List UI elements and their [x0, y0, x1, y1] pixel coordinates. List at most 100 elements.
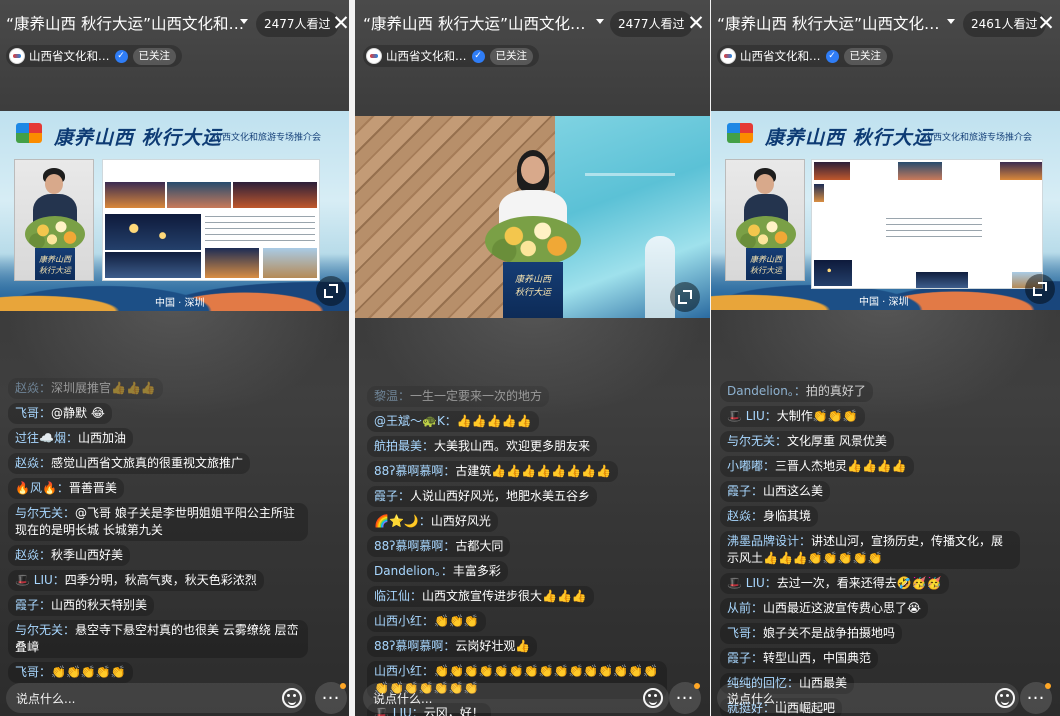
comment-author[interactable]: 与尔无关：	[727, 434, 787, 448]
comment-author[interactable]: 霞子：	[727, 651, 763, 665]
comment-item[interactable]: 霞子：转型山西，中国典范	[720, 648, 879, 669]
comment-item[interactable]: 赵焱：身临其境	[720, 506, 819, 527]
avatar[interactable]	[366, 48, 382, 64]
comment-item[interactable]: 飞哥：👏👏👏👏👏	[8, 662, 133, 683]
comment-input[interactable]: 说点什么...	[363, 683, 669, 713]
follow-button[interactable]: 已关注	[489, 47, 533, 65]
comment-author[interactable]: 沸墨品牌设计：	[727, 534, 811, 548]
account-name[interactable]: 山西省文化和…	[740, 48, 821, 64]
stream-title[interactable]: “康养山西 秋行大运”山西文化和…	[363, 12, 593, 34]
comment-item[interactable]: 过往☁️烟：山西加油	[8, 428, 133, 449]
comment-author[interactable]: 从前：	[727, 601, 763, 615]
video-player[interactable]: 康养山西 秋行大运	[355, 116, 710, 318]
comment-author[interactable]: 🌈⭐🌙：	[374, 514, 431, 528]
comment-author[interactable]: @王斌～🐢K：	[374, 414, 457, 428]
close-icon[interactable]: ✕	[685, 11, 707, 35]
comment-item[interactable]: 🔥风🔥：晋善晋美	[8, 478, 124, 499]
account-name[interactable]: 山西省文化和…	[29, 48, 110, 64]
comment-author[interactable]: 🎩 LIU：	[727, 409, 777, 423]
comment-author[interactable]: 88ʔ慕啊慕啊：	[374, 464, 455, 478]
comment-item[interactable]: 赵焱：感觉山西省文旅真的很重视文旅推广	[8, 453, 251, 474]
comment-author[interactable]: 与尔无关：	[15, 506, 75, 520]
video-player[interactable]: 康养山西 秋行大运 山西文化和旅游专场推介会 康养山西 秋行大运 中国 · 深圳	[0, 111, 349, 311]
comment-item[interactable]: 88ʔ慕啊慕啊：古都大同	[367, 536, 511, 557]
comment-author[interactable]: 黎温：	[374, 389, 410, 403]
avatar[interactable]	[9, 48, 25, 64]
comment-feed[interactable]: 黎温：一生一定要来一次的地方 @王斌～🐢K：👍👍👍👍👍 航拍最美：大美我山西。欢迎更…	[367, 386, 667, 716]
follow-button[interactable]: 已关注	[132, 47, 176, 65]
comment-author[interactable]: 山西小红：	[374, 614, 434, 628]
comment-item[interactable]: Dandelion。：丰富多彩	[367, 561, 508, 582]
account-name[interactable]: 山西省文化和…	[386, 48, 467, 64]
comment-item[interactable]: 山西小红：👏👏👏	[367, 611, 486, 632]
comment-item[interactable]: 与尔无关：文化厚重 风景优美	[720, 431, 894, 452]
close-icon[interactable]: ✕	[1035, 11, 1057, 35]
comment-author[interactable]: 88ʔ慕啊慕啊：	[374, 539, 455, 553]
comment-author[interactable]: Dandelion。：	[727, 384, 806, 398]
close-icon[interactable]: ✕	[330, 11, 349, 35]
comment-item[interactable]: Dandelion。：拍的真好了	[720, 381, 873, 402]
comment-author[interactable]: 山西小红：	[374, 664, 434, 678]
title-dropdown-icon[interactable]	[240, 19, 248, 24]
comment-feed[interactable]: Dandelion。：拍的真好了 🎩 LIU：大制作👏👏👏 与尔无关：文化厚重 风景…	[720, 381, 1020, 716]
comment-author[interactable]: 航拍最美：	[374, 439, 434, 453]
comment-item[interactable]: 🎩 LIU：四季分明，秋高气爽，秋天色彩浓烈	[8, 570, 264, 591]
comment-author[interactable]: 赵焱：	[15, 381, 51, 395]
comment-item[interactable]: 航拍最美：大美我山西。欢迎更多朋友来	[367, 436, 598, 457]
emoji-icon[interactable]	[995, 688, 1015, 708]
stream-title[interactable]: “康养山西 秋行大运”山西文化和…	[717, 12, 945, 34]
comment-input[interactable]: 说点什么...	[6, 683, 306, 713]
comment-author[interactable]: 霞子：	[15, 598, 51, 612]
comment-item[interactable]: 与尔无关：@飞哥 娘子关是李世明姐姐平阳公主所驻 现在的是明长城 长城第九关	[8, 503, 308, 541]
comment-item[interactable]: @王斌～🐢K：👍👍👍👍👍	[367, 411, 539, 432]
comment-item[interactable]: 沸墨品牌设计：讲述山河，宣扬历史，传播文化，展示风土👍👍👍👏👏👏👏👏	[720, 531, 1020, 569]
fullscreen-icon[interactable]	[670, 282, 700, 312]
more-options-button[interactable]: …	[1020, 682, 1052, 714]
comment-input[interactable]: 说点什么...	[717, 683, 1019, 713]
avatar[interactable]	[720, 48, 736, 64]
follow-button[interactable]: 已关注	[843, 47, 887, 65]
comment-item[interactable]: 88ʔ慕啊慕啊：古建筑👍👍👍👍👍👍👍👍	[367, 461, 618, 482]
comment-author[interactable]: 🎩 LIU：	[15, 573, 65, 587]
comment-item[interactable]: 赵焱：深圳展推官👍👍👍	[8, 378, 163, 399]
comment-author[interactable]: 与尔无关：	[15, 623, 75, 637]
comment-item[interactable]: 霞子：山西的秋天特别美	[8, 595, 155, 616]
comment-author[interactable]: 霞子：	[374, 489, 410, 503]
comment-author[interactable]: 飞哥：	[727, 626, 763, 640]
comment-author[interactable]: 小嘟嘟：	[727, 459, 775, 473]
comment-item[interactable]: 飞哥：@静默 😂	[8, 403, 112, 424]
more-options-button[interactable]: …	[315, 682, 347, 714]
emoji-icon[interactable]	[643, 688, 663, 708]
comment-feed[interactable]: 赵焱：深圳展推官👍👍👍 飞哥：@静默 😂 过往☁️烟：山西加油赵焱：感觉山西省文旅真…	[8, 378, 308, 687]
comment-item[interactable]: 临江仙：山西文旅宣传进步很大👍👍👍	[367, 586, 594, 607]
comment-item[interactable]: 赵焱：秋季山西好美	[8, 545, 131, 566]
comment-author[interactable]: 赵焱：	[15, 548, 51, 562]
comment-author[interactable]: 临江仙：	[374, 589, 422, 603]
comment-item[interactable]: 从前：山西最近这波宣传费心思了😭	[720, 598, 929, 619]
comment-item[interactable]: 小嘟嘟：三晋人杰地灵👍👍👍👍	[720, 456, 914, 477]
video-player[interactable]: 康养山西 秋行大运 山西文化和旅游专场推介会 康养山西 秋行大运 中国 · 深圳	[711, 111, 1060, 310]
comment-author[interactable]: 88ʔ慕啊慕啊：	[374, 639, 455, 653]
comment-author[interactable]: 赵焱：	[727, 509, 763, 523]
comment-item[interactable]: 与尔无关：悬空寺下悬空村真的也很美 云雾缭绕 层峦叠嶂	[8, 620, 308, 658]
emoji-icon[interactable]	[282, 688, 302, 708]
account-chip[interactable]: 山西省文化和… ✓ 已关注	[6, 45, 182, 67]
comment-author[interactable]: 飞哥：	[15, 665, 51, 679]
comment-item[interactable]: 飞哥：娘子关不是战争拍摄地吗	[720, 623, 903, 644]
fullscreen-icon[interactable]	[1025, 274, 1055, 304]
account-chip[interactable]: 山西省文化和… ✓ 已关注	[717, 45, 893, 67]
title-dropdown-icon[interactable]	[596, 19, 604, 24]
title-dropdown-icon[interactable]	[947, 19, 955, 24]
comment-author[interactable]: 🎩 LIU：	[727, 576, 777, 590]
comment-item[interactable]: 黎温：一生一定要来一次的地方	[367, 386, 550, 407]
comment-author[interactable]: 霞子：	[727, 484, 763, 498]
comment-item[interactable]: 霞子：人说山西好风光，地肥水美五谷乡	[367, 486, 598, 507]
stream-title[interactable]: “康养山西 秋行大运”山西文化和…	[6, 12, 244, 34]
comment-item[interactable]: 🎩 LIU：大制作👏👏👏	[720, 406, 865, 427]
comment-item[interactable]: 霞子：山西这么美	[720, 481, 831, 502]
comment-item[interactable]: 88ʔ慕啊慕啊：云岗好壮观👍	[367, 636, 538, 657]
fullscreen-icon[interactable]	[316, 276, 346, 306]
comment-author[interactable]: 飞哥：	[15, 406, 51, 420]
comment-author[interactable]: Dandelion。：	[374, 564, 453, 578]
comment-author[interactable]: 🔥风🔥：	[15, 481, 69, 495]
